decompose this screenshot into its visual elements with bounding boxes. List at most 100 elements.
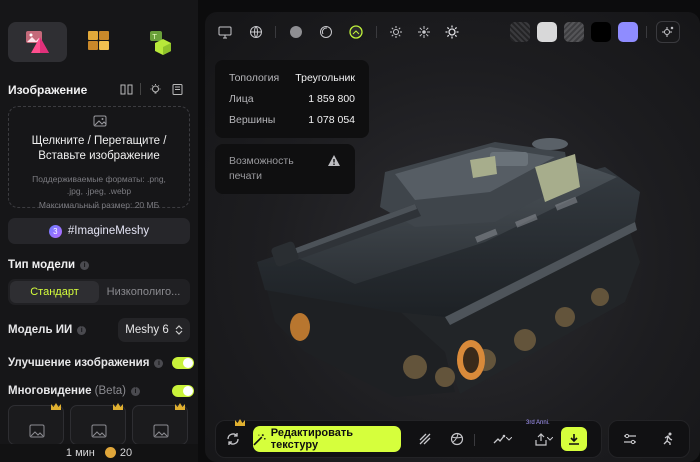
info-icon[interactable]: i — [77, 326, 87, 335]
animate-dropdown[interactable] — [488, 430, 516, 448]
background-swatch-light[interactable] — [537, 22, 557, 42]
generation-mode-tabs: T — [8, 22, 190, 62]
image-icon — [91, 424, 107, 438]
beta-label: (Beta) — [94, 385, 126, 397]
ai-model-value: Meshy 6 — [125, 324, 169, 336]
crown-icon — [51, 403, 61, 410]
view-slot-back[interactable] — [132, 403, 188, 445]
monitor-icon[interactable] — [215, 22, 235, 42]
hashtag-badge: 3 — [48, 224, 62, 238]
upload-hint: Поддерживаемые форматы: .png, .jpg, .jpe… — [9, 173, 189, 211]
coin-icon — [104, 447, 116, 458]
multiview-slots — [8, 403, 192, 445]
credits-value: 20 — [119, 447, 133, 459]
model-type-label: Тип модели — [8, 259, 76, 271]
texture-pattern-icon[interactable] — [416, 430, 434, 448]
sliders-icon[interactable] — [621, 430, 639, 448]
viewport-side-toolbar — [608, 420, 690, 458]
light-1-icon[interactable] — [386, 22, 406, 42]
image-upload-icon — [93, 115, 107, 127]
crown-icon — [235, 419, 245, 426]
tank-3d-model[interactable] — [245, 112, 645, 407]
stat-key: Лица — [229, 93, 254, 105]
divider — [376, 26, 377, 38]
chevron-down-icon — [547, 437, 553, 441]
text-to-3d-icon: T — [150, 31, 172, 55]
textured-shading-icon[interactable] — [346, 22, 366, 42]
download-button[interactable] — [561, 427, 587, 451]
view-slot-front[interactable] — [8, 403, 64, 445]
crown-icon — [113, 403, 123, 410]
info-icon[interactable]: i — [80, 261, 90, 270]
download-icon — [569, 434, 579, 445]
stat-value: 1 859 800 — [308, 93, 355, 105]
generation-cost-bar: 1 мин 20 — [0, 444, 198, 462]
stat-key: Топология — [229, 72, 280, 84]
image-enhance-label: Улучшение изображения — [8, 357, 150, 369]
image-icon — [29, 424, 45, 438]
stat-topology: Топология Треугольник — [229, 72, 355, 86]
image-enhance-toggle[interactable] — [172, 357, 194, 369]
tab-image-to-3d[interactable] — [8, 22, 68, 62]
ball-icon[interactable] — [448, 430, 466, 448]
3d-viewport[interactable]: Топология Треугольник Лица 1 859 800 Верши… — [205, 12, 700, 462]
background-swatch-purple[interactable] — [618, 22, 638, 42]
light-2-icon[interactable] — [414, 22, 434, 42]
background-swatch-noise-grey[interactable] — [564, 22, 584, 42]
clay-shading-icon[interactable] — [316, 22, 336, 42]
tab-text-to-3d[interactable]: T — [131, 22, 190, 62]
multiview-label: Многовидение — [8, 385, 92, 397]
multi-image-icon — [87, 31, 109, 50]
edit-texture-button[interactable]: Редактировать текстуру — [253, 426, 401, 452]
info-icon[interactable]: i — [154, 359, 164, 368]
divider — [140, 83, 141, 95]
remesh-icon[interactable] — [224, 430, 242, 448]
info-icon[interactable]: i — [131, 387, 140, 396]
stat-faces: Лица 1 859 800 — [229, 93, 355, 107]
time-estimate: 1 мин — [65, 447, 95, 459]
edit-texture-label: Редактировать текстуру — [270, 427, 354, 451]
stat-value: Треугольник — [295, 72, 355, 84]
upload-instruction: Щелкните / Перетащите / Вставьте изображ… — [31, 135, 167, 162]
hashtag-text: #ImagineMeshy — [67, 225, 150, 237]
background-swatch-noise-dark[interactable] — [510, 22, 530, 42]
lightbulb-icon[interactable] — [147, 81, 163, 97]
viewport-bottom-toolbar: Редактировать текстуру 3rd Anni. — [215, 419, 602, 458]
book-icon[interactable] — [169, 81, 185, 97]
crown-icon — [175, 403, 185, 410]
model-type-selector: Стандарт Низкополиго... — [8, 279, 190, 305]
tab-multi-image[interactable] — [69, 22, 128, 62]
image-upload-dropzone[interactable]: Щелкните / Перетащите / Вставьте изображ… — [8, 106, 190, 211]
divider — [275, 26, 276, 38]
model-type-title: Тип модели i — [8, 259, 90, 271]
divider — [646, 26, 647, 38]
ai-model-select[interactable]: Meshy 6 — [118, 318, 190, 342]
svg-text:T: T — [152, 33, 158, 41]
chevron-updown-icon — [175, 325, 183, 335]
globe-icon[interactable] — [246, 22, 266, 42]
multiview-toggle[interactable] — [172, 385, 194, 397]
upload-formats: Поддерживаемые форматы: .png, .jpg, .jpe… — [32, 174, 166, 196]
chevron-down-icon — [506, 437, 512, 441]
light-3-icon[interactable] — [442, 22, 462, 42]
image-enhance-row: Улучшение изображения i — [8, 357, 164, 369]
export-dropdown[interactable] — [530, 430, 558, 448]
background-swatch-black[interactable] — [591, 22, 611, 42]
viewport-toolbar — [215, 20, 690, 44]
image-icon — [153, 424, 169, 438]
imagine-meshy-banner[interactable]: 3 #ImagineMeshy — [8, 218, 190, 244]
left-panel: T Изображение Щелкните / Перетащите / Вс… — [0, 0, 198, 462]
credits-cost: 20 — [104, 447, 133, 459]
option-low-poly[interactable]: Низкополиго... — [99, 281, 188, 303]
split-view-icon[interactable] — [118, 81, 134, 97]
running-figure-icon[interactable] — [659, 430, 677, 448]
magic-brush-icon — [253, 433, 266, 445]
solid-shading-icon[interactable] — [286, 22, 306, 42]
rig-icon — [493, 434, 506, 444]
option-standard[interactable]: Стандарт — [10, 281, 99, 303]
divider — [474, 434, 475, 446]
ai-model-label: Модель ИИ — [8, 324, 73, 336]
ai-view-icon[interactable] — [656, 21, 680, 43]
upload-max-size: Максимальный размер: 20 МБ — [38, 200, 160, 210]
view-slot-side[interactable] — [70, 403, 126, 445]
